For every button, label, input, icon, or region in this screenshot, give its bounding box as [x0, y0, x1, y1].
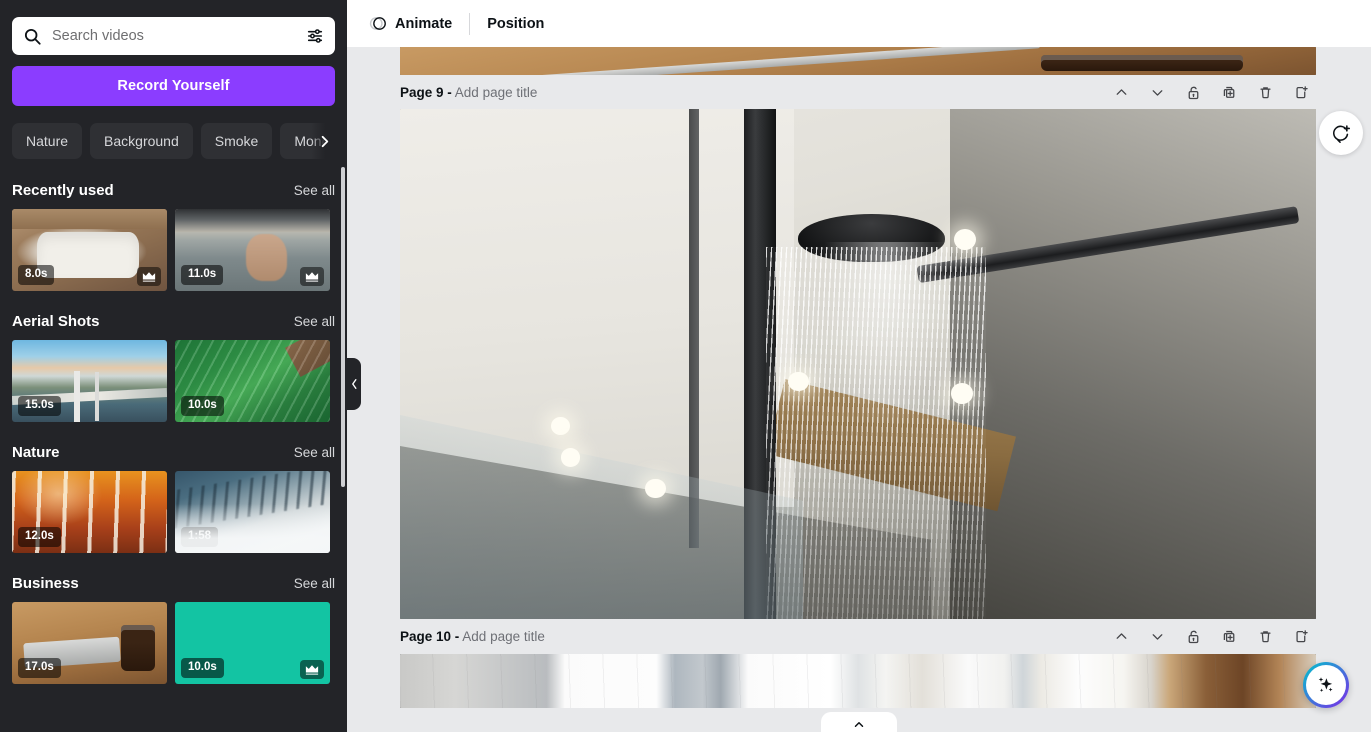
pro-crown-icon: [300, 267, 324, 286]
move-page-down-button[interactable]: [1139, 622, 1175, 652]
lock-page-button[interactable]: [1175, 622, 1211, 652]
page-actions-10: [1103, 622, 1319, 652]
section-header: Business See all: [12, 575, 335, 592]
section-business: Business See all 17.0s 10.0s: [12, 575, 335, 684]
page-actions-9: [1103, 77, 1319, 107]
section-header: Recently used See all: [12, 182, 335, 199]
duration-badge: 10.0s: [181, 658, 224, 678]
page-header-9: Page 9 - Add page title: [400, 75, 1319, 109]
chip-background[interactable]: Background: [90, 123, 193, 159]
page-number-label: Page 9 -: [400, 84, 452, 100]
record-yourself-button[interactable]: Record Yourself: [12, 66, 335, 106]
videos-sidebar: Record Yourself Nature Background Smoke …: [0, 0, 347, 732]
see-all-business[interactable]: See all: [294, 576, 335, 591]
page-title-row[interactable]: Page 10 - Add page title: [400, 629, 545, 644]
page-block-9: Page 9 - Add page title: [347, 75, 1371, 619]
see-all-aerial-shots[interactable]: See all: [294, 314, 335, 329]
section-title: Aerial Shots: [12, 313, 100, 330]
page-title-placeholder[interactable]: Add page title: [462, 629, 545, 644]
animate-circles-icon: [369, 14, 388, 33]
section-header: Aerial Shots See all: [12, 313, 335, 330]
page-artwork-shower: [400, 109, 1316, 619]
move-page-up-button[interactable]: [1103, 77, 1139, 107]
video-thumbnail[interactable]: 10.0s: [175, 340, 330, 422]
duplicate-page-button[interactable]: [1211, 622, 1247, 652]
canva-video-editor: Record Yourself Nature Background Smoke …: [0, 0, 1371, 732]
add-comment-icon: [1331, 123, 1352, 144]
delete-page-button[interactable]: [1247, 77, 1283, 107]
sidebar-scrollbar[interactable]: [341, 167, 345, 487]
page-canvas-10[interactable]: [400, 654, 1316, 708]
see-all-recently-used[interactable]: See all: [294, 183, 335, 198]
duration-badge: 11.0s: [181, 265, 224, 285]
thumbnail-artwork: [12, 471, 167, 553]
page-canvas-9[interactable]: [400, 109, 1316, 619]
chip-nature[interactable]: Nature: [12, 123, 83, 159]
page-title-row[interactable]: Page 9 - Add page title: [400, 85, 537, 100]
thumbnail-grid: 15.0s 10.0s: [12, 340, 335, 422]
duplicate-page-button[interactable]: [1211, 77, 1247, 107]
see-all-nature[interactable]: See all: [294, 445, 335, 460]
thumbnail-artwork: [175, 471, 330, 553]
video-thumbnail[interactable]: 8.0s: [12, 209, 167, 291]
section-title: Nature: [12, 444, 60, 461]
magic-sparkle-icon: [1306, 665, 1346, 705]
chip-smoke[interactable]: Smoke: [200, 123, 273, 159]
search-input[interactable]: [43, 28, 305, 44]
section-nature: Nature See all 12.0s 1:58: [12, 444, 335, 553]
pages-scroll-container[interactable]: Page 9 - Add page title Page 10 - Add pa…: [347, 47, 1371, 732]
position-label: Position: [487, 15, 545, 32]
delete-page-button[interactable]: [1247, 622, 1283, 652]
section-title: Business: [12, 575, 79, 592]
section-recently-used: Recently used See all 8.0s 11.0s: [12, 182, 335, 291]
design-toolbar: Animate Position: [347, 0, 1371, 47]
page-block-previous: [347, 47, 1371, 75]
page-artwork-marble: [400, 654, 1316, 708]
page-artwork: [400, 47, 1316, 75]
page-title-placeholder[interactable]: Add page title: [455, 85, 538, 100]
page-preview-partial[interactable]: [400, 47, 1316, 75]
duration-badge: 17.0s: [18, 658, 61, 678]
thumbnail-grid: 12.0s 1:58: [12, 471, 335, 553]
duration-badge: 10.0s: [181, 396, 224, 416]
section-header: Nature See all: [12, 444, 335, 461]
filter-sliders-icon[interactable]: [305, 26, 325, 46]
page-block-10: Page 10 - Add page title: [347, 619, 1371, 708]
section-title: Recently used: [12, 182, 114, 199]
toolbar-divider: [469, 12, 471, 35]
add-page-button[interactable]: [1283, 77, 1319, 107]
category-chips: Nature Background Smoke Money: [12, 122, 335, 160]
video-thumbnail[interactable]: 12.0s: [12, 471, 167, 553]
collapse-sidebar-handle[interactable]: [347, 358, 361, 410]
pro-crown-icon: [300, 660, 324, 679]
video-thumbnail[interactable]: 17.0s: [12, 602, 167, 684]
animate-button[interactable]: Animate: [359, 8, 462, 39]
pro-crown-icon: [137, 267, 161, 286]
chips-next-chevron-right-icon[interactable]: [311, 122, 335, 160]
add-comment-button[interactable]: [1319, 111, 1363, 155]
thumbnail-grid: 8.0s 11.0s: [12, 209, 335, 291]
video-thumbnail[interactable]: 10.0s: [175, 602, 330, 684]
move-page-up-button[interactable]: [1103, 622, 1139, 652]
expand-timeline-handle[interactable]: [821, 712, 897, 732]
video-thumbnail[interactable]: 1:58: [175, 471, 330, 553]
search-icon: [21, 25, 43, 47]
video-thumbnail[interactable]: 15.0s: [12, 340, 167, 422]
add-page-button[interactable]: [1283, 622, 1319, 652]
move-page-down-button[interactable]: [1139, 77, 1175, 107]
editor-canvas-area: Animate Position Page 9 - Add page title: [347, 0, 1371, 732]
duration-badge: 15.0s: [18, 396, 61, 416]
category-chips-scroll[interactable]: Nature Background Smoke Money: [12, 122, 335, 160]
search-bar[interactable]: [12, 17, 335, 55]
position-button[interactable]: Position: [477, 8, 554, 39]
page-header-10: Page 10 - Add page title: [400, 619, 1319, 654]
video-thumbnail[interactable]: 11.0s: [175, 209, 330, 291]
thumbnail-grid: 17.0s 10.0s: [12, 602, 335, 684]
page-number-label: Page 10 -: [400, 629, 460, 644]
lock-page-button[interactable]: [1175, 77, 1211, 107]
duration-badge: 8.0s: [18, 265, 55, 285]
section-aerial-shots: Aerial Shots See all 15.0s 10.0s: [12, 313, 335, 422]
magic-studio-button[interactable]: [1303, 662, 1349, 708]
animate-label: Animate: [395, 15, 453, 32]
